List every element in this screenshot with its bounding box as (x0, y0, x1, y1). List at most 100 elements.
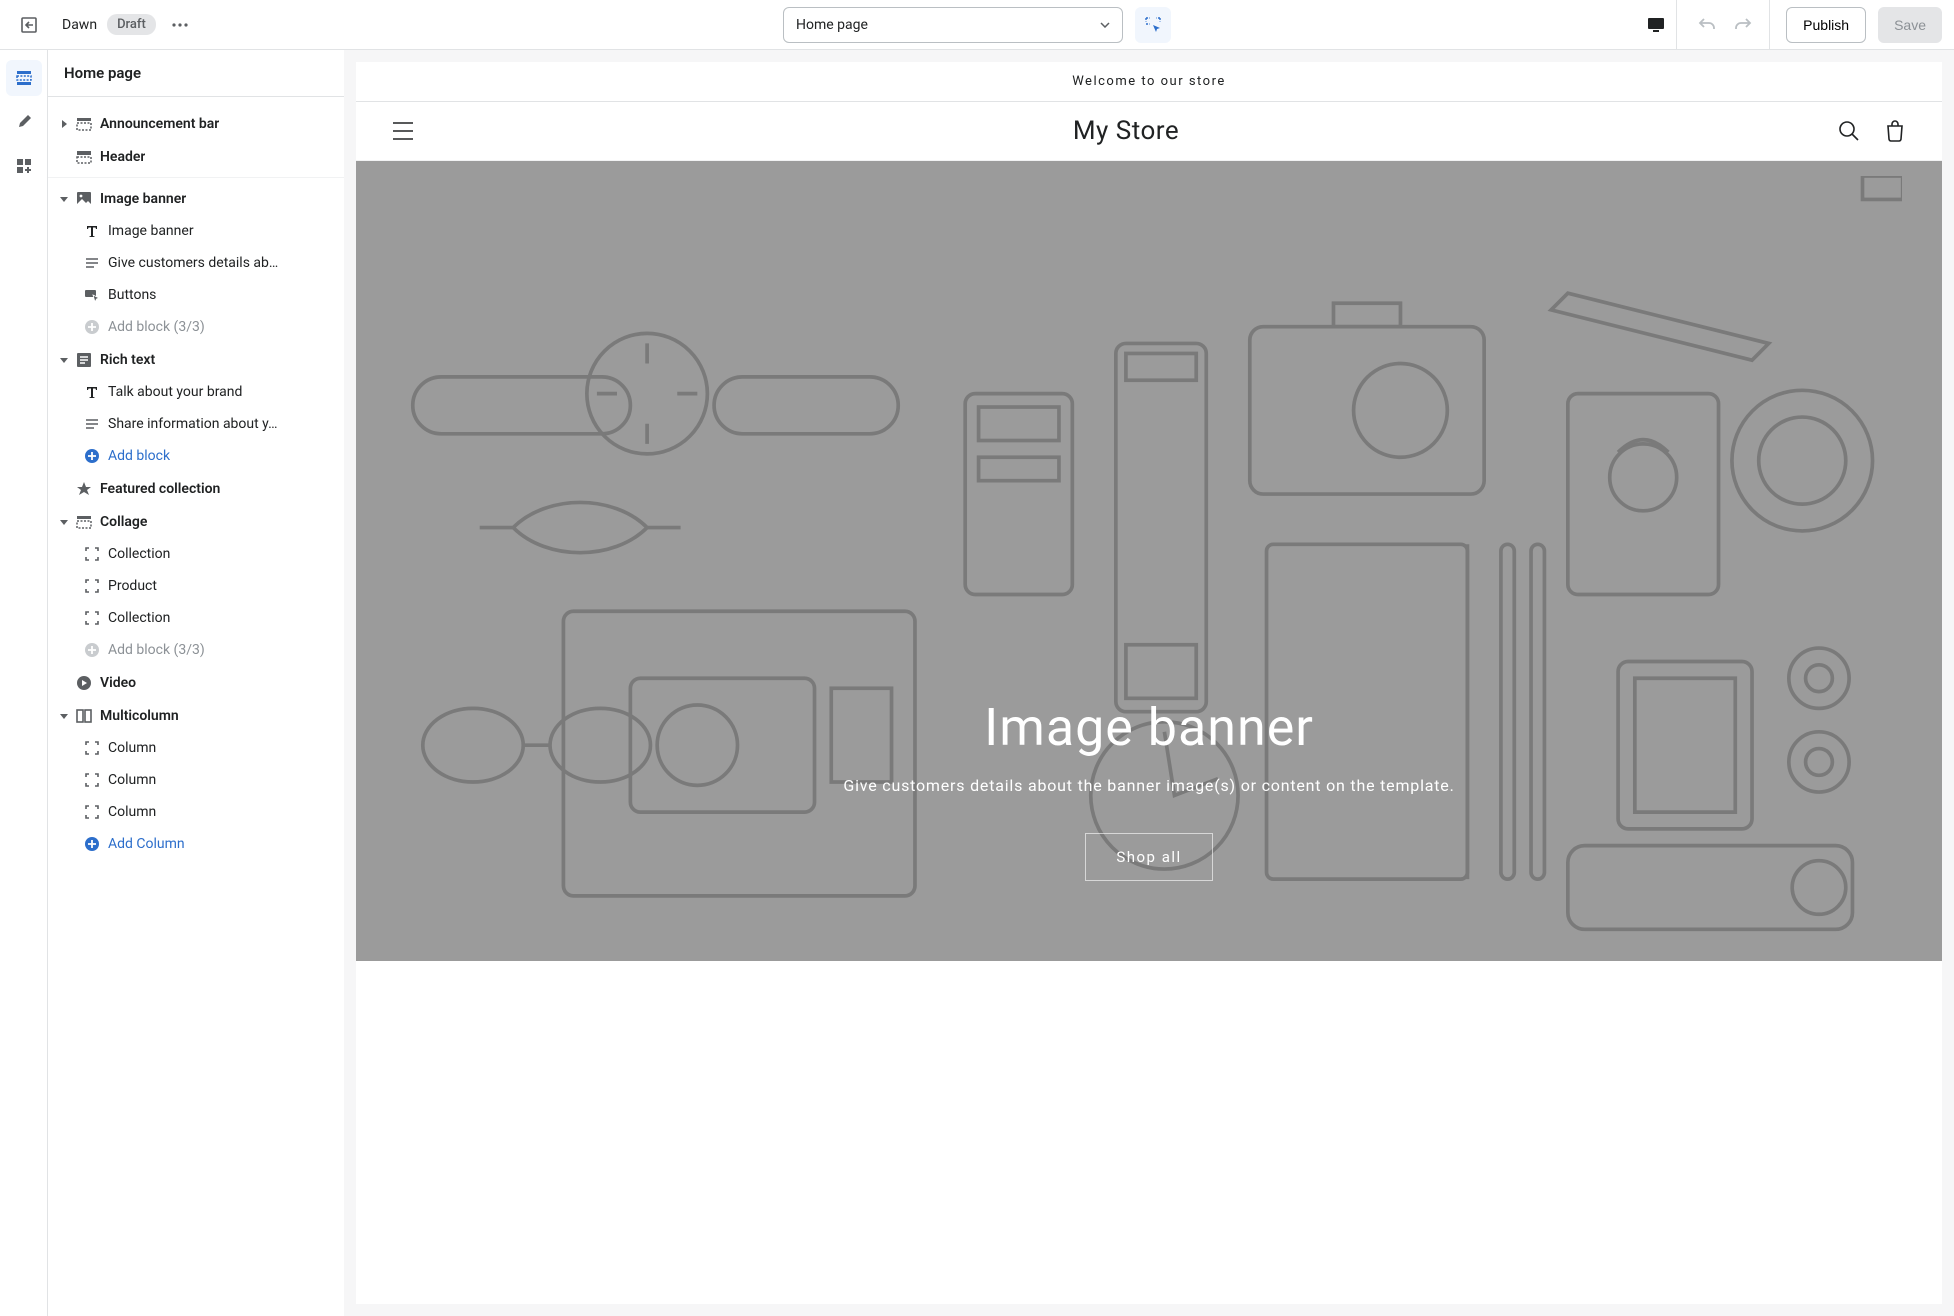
tree-block[interactable]: Column (48, 764, 344, 796)
sidebar[interactable]: Home page Announcement bar Header Image … (48, 50, 344, 1316)
store-title[interactable]: My Store (1073, 116, 1179, 146)
search-icon (1838, 120, 1860, 142)
undo-icon (1697, 15, 1717, 35)
tree-section-label: Announcement bar (100, 116, 219, 132)
T-icon (82, 221, 102, 241)
preview-frame[interactable]: Welcome to our store My Store (356, 62, 1942, 1304)
tree-block-label: Add block (3/3) (108, 642, 205, 658)
left-rail (0, 50, 48, 1316)
tree-block-label: Add block (108, 448, 170, 464)
sections-icon (14, 68, 34, 88)
tree-block[interactable]: Add Column (48, 828, 344, 860)
tree-section-image-banner[interactable]: Image banner (48, 182, 344, 215)
preview-area: Welcome to our store My Store (344, 50, 1954, 1316)
tree-block-label: Add Column (108, 836, 185, 852)
tree-section-featured[interactable]: Featured collection (48, 472, 344, 505)
fullscreen-icon (82, 576, 102, 596)
tree-block-label: Give customers details ab… (108, 255, 278, 271)
richtext-icon (74, 350, 94, 370)
plus-disabled-icon (82, 640, 102, 660)
search-button[interactable] (1838, 120, 1860, 142)
desktop-icon (1646, 16, 1666, 34)
rail-apps-button[interactable] (6, 148, 42, 184)
collage-icon (74, 512, 94, 532)
tree-block[interactable]: Talk about your brand (48, 376, 344, 408)
plus-icon (82, 446, 102, 466)
chevron-down-icon (1100, 22, 1110, 28)
cart-icon (1884, 120, 1906, 142)
tree-block[interactable]: Add block (3/3) (48, 311, 344, 343)
tree-block-label: Column (108, 772, 156, 788)
tree-section-rich-text[interactable]: Rich text (48, 343, 344, 376)
tree-block-label: Image banner (108, 223, 194, 239)
tree-block-label: Product (108, 578, 157, 594)
paintbrush-icon (14, 112, 34, 132)
tree-block-label: Talk about your brand (108, 384, 242, 400)
banner-subtitle: Give customers details about the banner … (843, 776, 1454, 795)
tree-block-label: Share information about y… (108, 416, 277, 432)
image-icon (74, 189, 94, 209)
apps-icon (14, 156, 34, 176)
tree-block[interactable]: Share information about y… (48, 408, 344, 440)
image-banner[interactable]: Image banner Give customers details abou… (356, 161, 1942, 961)
multicolumn-icon (74, 706, 94, 726)
tree-section-collage[interactable]: Collage (48, 505, 344, 538)
top-bar: Dawn Draft Home page (0, 0, 1954, 50)
tree-section-label: Video (100, 675, 136, 691)
tree-block[interactable]: Add block (48, 440, 344, 472)
more-button[interactable] (166, 11, 194, 39)
tree-block-label: Column (108, 740, 156, 756)
undo-button (1689, 7, 1725, 43)
chevron-icon (56, 514, 72, 530)
plus-disabled-icon (82, 317, 102, 337)
tree-block[interactable]: Product (48, 570, 344, 602)
tree-block[interactable]: Column (48, 732, 344, 764)
dots-icon (172, 23, 188, 27)
banner-button[interactable]: Shop all (1085, 833, 1212, 881)
fullscreen-icon (82, 544, 102, 564)
T-icon (82, 382, 102, 402)
tree-block[interactable]: Add block (3/3) (48, 634, 344, 666)
tree-section-label: Collage (100, 514, 147, 530)
tree-block[interactable]: Give customers details ab… (48, 247, 344, 279)
status-badge: Draft (107, 14, 156, 35)
rail-theme-settings-button[interactable] (6, 104, 42, 140)
redo-icon (1733, 15, 1753, 35)
tree-section-label: Header (100, 149, 145, 165)
tree-section-video[interactable]: Video (48, 666, 344, 699)
tree-block[interactable]: Collection (48, 538, 344, 570)
tree-block[interactable]: Buttons (48, 279, 344, 311)
tree-section-label: Featured collection (100, 481, 220, 497)
fullscreen-icon (82, 770, 102, 790)
tree-block-label: Add block (3/3) (108, 319, 205, 335)
tree-block[interactable]: Column (48, 796, 344, 828)
redo-button (1725, 7, 1761, 43)
tree-block[interactable]: Image banner (48, 215, 344, 247)
plus-icon (82, 834, 102, 854)
tree-block[interactable]: Collection (48, 602, 344, 634)
tree-section-label: Multicolumn (100, 708, 179, 724)
announcement-bar[interactable]: Welcome to our store (356, 62, 1942, 102)
tree-section-header[interactable]: Header (48, 140, 344, 173)
tree-section-announcement[interactable]: Announcement bar (48, 107, 344, 140)
video-icon (74, 673, 94, 693)
lines-icon (82, 414, 102, 434)
lines-icon (82, 253, 102, 273)
page-select-dropdown[interactable]: Home page (783, 7, 1123, 43)
store-header: My Store (356, 102, 1942, 161)
menu-button[interactable] (392, 122, 414, 140)
rail-sections-button[interactable] (6, 60, 42, 96)
publish-button[interactable]: Publish (1786, 7, 1866, 43)
chevron-icon (56, 116, 72, 132)
cart-button[interactable] (1884, 120, 1906, 142)
tree-block-label: Collection (108, 546, 170, 562)
exit-button[interactable] (12, 8, 46, 42)
tree-block-label: Buttons (108, 287, 156, 303)
tree-section-multicolumn[interactable]: Multicolumn (48, 699, 344, 732)
tree-section-label: Image banner (100, 191, 186, 207)
viewport-button[interactable] (1635, 0, 1677, 50)
inspector-button[interactable] (1135, 7, 1171, 43)
sidebar-title: Home page (48, 50, 344, 97)
chevron-icon (56, 708, 72, 724)
tree-section-label: Rich text (100, 352, 155, 368)
